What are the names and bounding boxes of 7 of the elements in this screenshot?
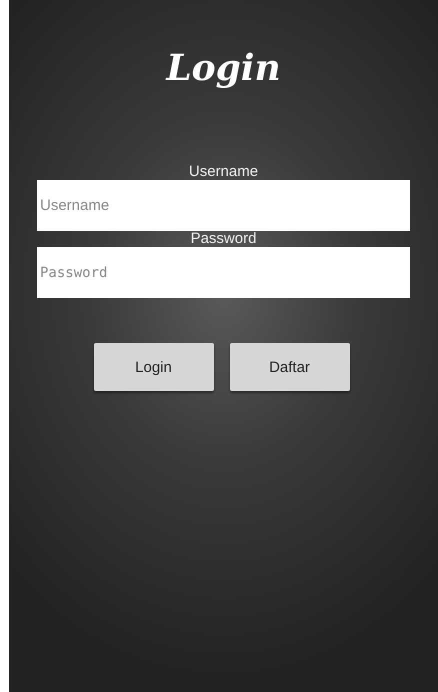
register-button[interactable]: Daftar <box>230 343 350 391</box>
login-button[interactable]: Login <box>94 343 214 391</box>
app-title: Login <box>166 46 281 90</box>
field-label: Password <box>190 231 256 247</box>
username-field[interactable]: Username <box>37 180 410 231</box>
password-field[interactable]: Password <box>37 247 410 298</box>
field-label: Username <box>188 164 258 180</box>
